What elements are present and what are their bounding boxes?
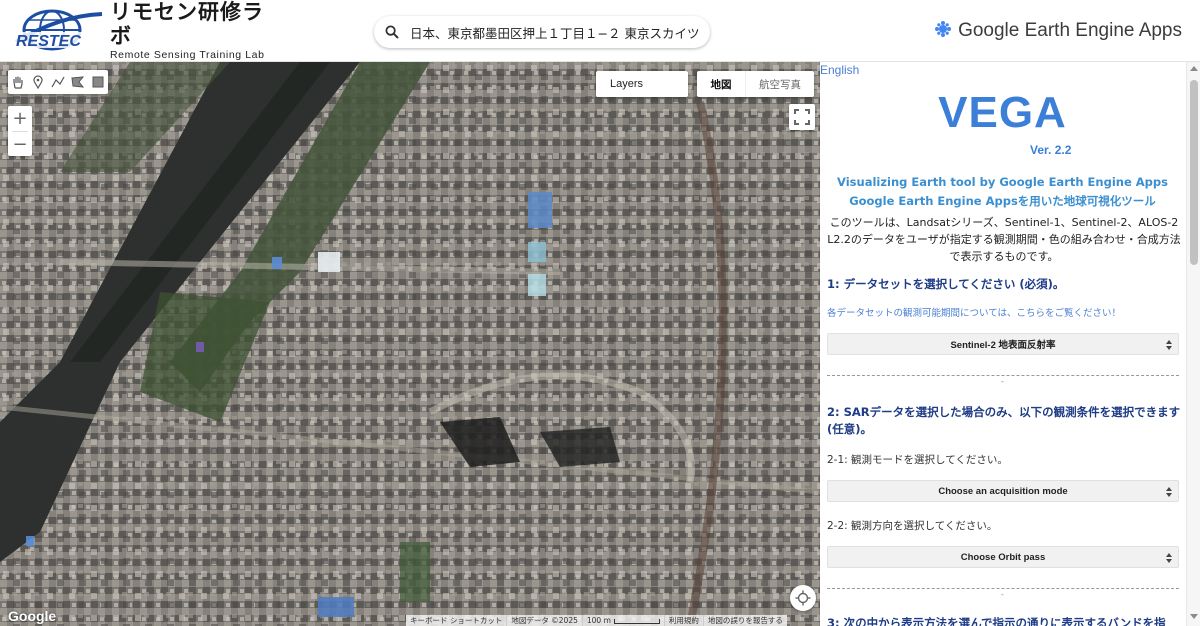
scale-bar — [613, 618, 660, 624]
keyboard-shortcuts-link[interactable]: キーボード ショートカット — [406, 615, 506, 626]
acquisition-mode-label: 2-1: 観測モードを選択してください。 — [827, 454, 1008, 466]
acquisition-mode-select[interactable]: Choose an acquisition mode — [827, 480, 1179, 502]
version-label: Ver. 2.2 — [1030, 143, 1072, 157]
select-arrows-icon — [1166, 340, 1172, 350]
satellite-imagery — [0, 62, 820, 626]
rectangle-icon[interactable] — [88, 70, 108, 94]
place-search-box[interactable]: 日本、東京都墨田区押上１丁目１−２ 東京スカイツリー — [374, 16, 710, 48]
my-location-button[interactable] — [790, 585, 816, 611]
section3-heading: 3: 次の中から表示方法を選んで指示の通りに表示するバンドを指 — [827, 616, 1166, 626]
section2-heading: 2: SARデータを選択した場合のみ、以下の観測条件を選択できます (任意)。 — [827, 405, 1181, 436]
dataset-select[interactable]: Sentinel-2 地表面反射率 — [827, 333, 1179, 355]
map-attribution: キーボード ショートカット 地図データ ©2025 100 m 利用規約 地図の… — [406, 615, 787, 626]
scroll-up-arrow-icon[interactable] — [1190, 66, 1198, 71]
tagline-japanese: Google Earth Engine Appsを用いた地球可視化ツール — [849, 194, 1156, 208]
top-header: RESTEC リモセン研修ラボ Remote Sensing Training … — [0, 0, 1200, 62]
layers-button[interactable]: Layers — [596, 71, 688, 97]
zoom-control: + − — [8, 106, 32, 156]
logo-subtitle: Remote Sensing Training Lab — [110, 49, 265, 61]
satellite-map[interactable]: + − Layers 地図 航空写真 Google キーボード ショートカット … — [0, 62, 820, 626]
orbit-direction-label: 2-2: 観測方向を選択してください。 — [827, 520, 998, 532]
intro-description: このツールは、Landsatシリーズ、Sentinel-1、Sentinel-2… — [827, 216, 1181, 263]
map-type-control: 地図 航空写真 — [697, 71, 814, 97]
gee-apps-label: Google Earth Engine Apps — [958, 20, 1182, 41]
marker-icon[interactable] — [28, 70, 48, 94]
section1-heading: 1: データセットを選択してください (必須)。 — [827, 277, 1065, 291]
logo-title: リモセン研修ラボ — [110, 0, 264, 48]
english-language-link[interactable]: English — [820, 63, 859, 77]
scroll-down-arrow-icon[interactable] — [1190, 614, 1198, 619]
search-input[interactable]: 日本、東京都墨田区押上１丁目１−２ 東京スカイツリー — [410, 23, 700, 42]
dataset-period-link[interactable]: 各データセットの観測可能期間については、こちらをご覧ください！ — [827, 305, 1121, 319]
search-icon[interactable] — [374, 16, 410, 48]
gee-logo-icon — [934, 20, 952, 42]
crosshair-icon — [795, 590, 811, 606]
svg-text:RESTEC: RESTEC — [16, 33, 81, 50]
select-arrows-icon — [1166, 487, 1172, 497]
select-arrows-icon — [1166, 553, 1172, 563]
map-type-satellite-button[interactable]: 航空写真 — [745, 71, 814, 97]
fullscreen-button[interactable] — [789, 104, 815, 130]
zoom-in-button[interactable]: + — [8, 106, 32, 131]
restec-logo-mark: RESTEC — [10, 8, 106, 54]
orbit-pass-select[interactable]: Choose Orbit pass — [827, 546, 1179, 568]
control-panel: English VEGA Ver. 2.2 Visualizing Earth … — [820, 62, 1200, 626]
report-error-link[interactable]: 地図の誤りを報告する — [702, 615, 787, 626]
restec-logo[interactable]: RESTEC リモセン研修ラボ Remote Sensing Training … — [10, 0, 268, 61]
panel-scrollbar[interactable] — [1186, 62, 1200, 626]
scale-label: 100 m — [586, 616, 611, 625]
orbit-pass-value: Choose Orbit pass — [960, 551, 1046, 563]
terms-link[interactable]: 利用規約 — [663, 615, 703, 626]
fullscreen-icon — [794, 109, 810, 125]
section-divider — [827, 375, 1179, 376]
map-data-credit: 地図データ ©2025 — [506, 615, 581, 626]
gee-apps-title: Google Earth Engine Apps — [934, 18, 1182, 44]
polygon-icon[interactable] — [68, 70, 88, 94]
drawing-tools — [8, 70, 108, 94]
scale-indicator[interactable]: 100 m — [581, 615, 664, 626]
divider-mark: - — [1001, 377, 1004, 386]
section-divider — [827, 588, 1179, 589]
divider-mark: - — [1001, 590, 1004, 599]
acquisition-mode-value: Choose an acquisition mode — [938, 485, 1068, 497]
hand-icon[interactable] — [8, 70, 28, 94]
polyline-icon[interactable] — [48, 70, 68, 94]
zoom-out-button[interactable]: − — [8, 132, 32, 157]
dataset-select-value: Sentinel-2 地表面反射率 — [950, 340, 1056, 351]
scroll-thumb[interactable] — [1190, 80, 1198, 265]
app-name-heading: VEGA — [938, 88, 1067, 137]
map-type-map-button[interactable]: 地図 — [697, 71, 745, 97]
tagline-english: Visualizing Earth tool by Google Earth E… — [837, 175, 1168, 189]
google-logo: Google — [8, 608, 57, 624]
